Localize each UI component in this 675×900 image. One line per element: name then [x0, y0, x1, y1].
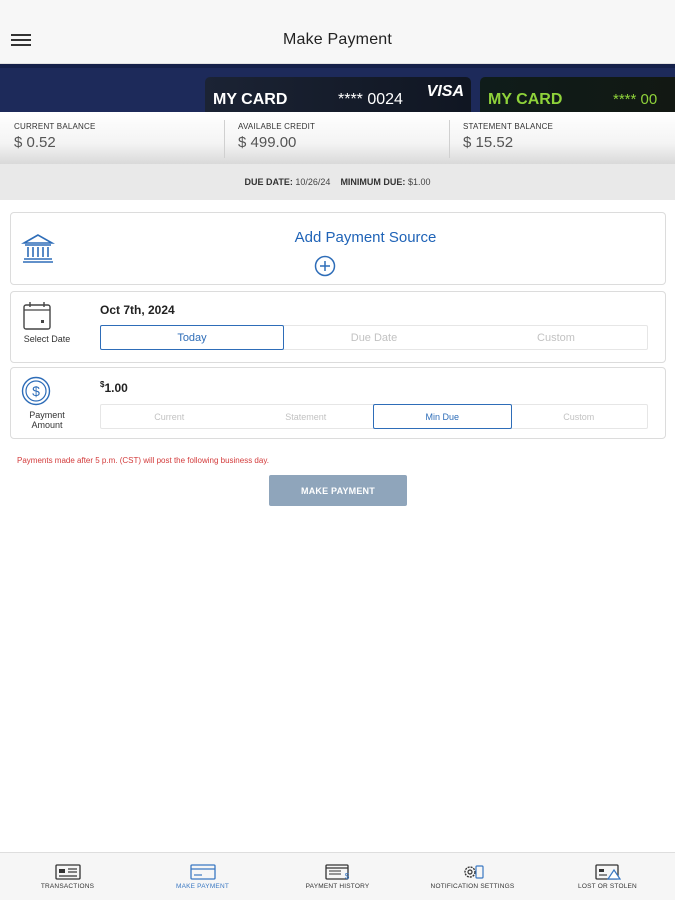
date-option-today[interactable]: Today	[100, 325, 284, 350]
statement-balance-label: STATEMENT BALANCE	[463, 122, 554, 131]
available-credit-value: $ 499.00	[238, 134, 297, 151]
add-payment-source-label: Add Payment Source	[294, 229, 437, 246]
divider	[224, 120, 225, 158]
payment-amount-value: $1.00	[100, 380, 128, 395]
amount-option-statement[interactable]: Statement	[238, 405, 375, 428]
banner-stripe	[0, 64, 675, 68]
amount-option-current[interactable]: Current	[101, 405, 238, 428]
calendar-dollar-icon: $	[324, 864, 349, 881]
tab-label: NOTIFICATION SETTINGS	[430, 883, 515, 890]
due-date-value: 10/26/24	[295, 177, 331, 187]
svg-text:$: $	[344, 872, 349, 881]
due-date-label: DUE DATE:	[244, 177, 293, 187]
card-alert-icon	[594, 864, 621, 880]
date-option-group: Today Due Date Custom	[100, 325, 648, 350]
payment-amount-label-line2: Amount	[31, 420, 63, 430]
card-list-icon	[54, 864, 81, 880]
tab-label: MAKE PAYMENT	[175, 883, 230, 890]
add-payment-source-button[interactable]: Add Payment Source	[10, 212, 666, 285]
tab-make-payment[interactable]: MAKE PAYMENT	[135, 853, 270, 900]
available-credit-label: AVAILABLE CREDIT	[238, 122, 316, 131]
amount-option-custom[interactable]: Custom	[511, 405, 648, 428]
tab-label: TRANSACTIONS	[40, 883, 95, 890]
card-payment-icon	[189, 864, 216, 880]
current-balance: CURRENT BALANCE $ 0.52	[14, 122, 96, 151]
tab-notification-settings[interactable]: NOTIFICATION SETTINGS	[405, 853, 540, 900]
card-name: MY CARD	[213, 91, 288, 108]
card-tile-primary[interactable]: MY CARD **** 0024 VISA	[205, 77, 471, 112]
cutoff-notice: Payments made after 5 p.m. (CST) will po…	[17, 456, 269, 465]
card-tile-secondary[interactable]: MY CARD **** 00	[480, 77, 675, 112]
calendar-icon	[23, 302, 51, 330]
select-date-panel: Select Date Oct 7th, 2024 Today Due Date…	[10, 291, 666, 363]
tab-payment-history[interactable]: $ PAYMENT HISTORY	[270, 853, 405, 900]
tab-label: PAYMENT HISTORY	[305, 883, 370, 890]
current-balance-value: $ 0.52	[14, 134, 56, 151]
card-number: **** 00	[613, 91, 658, 108]
divider	[449, 120, 450, 158]
payment-amount-label: Payment Amount	[13, 410, 81, 430]
card-number: **** 0024	[338, 91, 403, 108]
gear-phone-icon	[463, 865, 484, 879]
amount-option-group: Current Statement Min Due Custom	[100, 404, 648, 429]
svg-text:$: $	[32, 383, 40, 399]
page-title: Make Payment	[282, 31, 393, 48]
make-payment-button[interactable]: MAKE PAYMENT	[269, 475, 407, 506]
select-date-label: Select Date	[23, 334, 71, 344]
card-name: MY CARD	[488, 91, 563, 108]
payment-amount-panel: $ Payment Amount $1.00 Current Statement…	[10, 367, 666, 439]
dollar-circle-icon: $	[21, 376, 51, 406]
balance-summary: CURRENT BALANCE $ 0.52 AVAILABLE CREDIT …	[0, 112, 675, 164]
top-bar: Make Payment	[0, 14, 675, 64]
due-summary: DUE DATE: 10/26/24 MINIMUM DUE: $1.00	[0, 164, 675, 200]
selected-date-value: Oct 7th, 2024	[100, 303, 175, 317]
date-option-custom[interactable]: Custom	[465, 326, 647, 349]
tab-lost-or-stolen[interactable]: LOST OR STOLEN	[540, 853, 675, 900]
available-credit: AVAILABLE CREDIT $ 499.00	[238, 122, 315, 151]
status-bar	[0, 0, 675, 14]
visa-logo: VISA	[426, 83, 464, 100]
tab-transactions[interactable]: TRANSACTIONS	[0, 853, 135, 900]
payment-amount-label-line1: Payment	[29, 410, 65, 420]
amount-number: 1.00	[104, 381, 128, 395]
bottom-tab-bar: TRANSACTIONS MAKE PAYMENT $ PAYMENT HIST…	[0, 852, 675, 900]
statement-balance-value: $ 15.52	[463, 134, 514, 151]
plus-circle-icon[interactable]	[314, 255, 336, 277]
tab-label: LOST OR STOLEN	[578, 883, 637, 890]
current-balance-label: CURRENT BALANCE	[14, 122, 96, 131]
statement-balance: STATEMENT BALANCE $ 15.52	[463, 122, 553, 151]
amount-option-min-due[interactable]: Min Due	[373, 404, 512, 429]
card-carousel[interactable]: MY CARD **** 0024 VISA MY CARD **** 00	[0, 64, 675, 112]
minimum-due-value: $1.00	[407, 177, 431, 187]
date-option-due-date[interactable]: Due Date	[283, 326, 465, 349]
minimum-due-label: MINIMUM DUE:	[340, 177, 406, 187]
